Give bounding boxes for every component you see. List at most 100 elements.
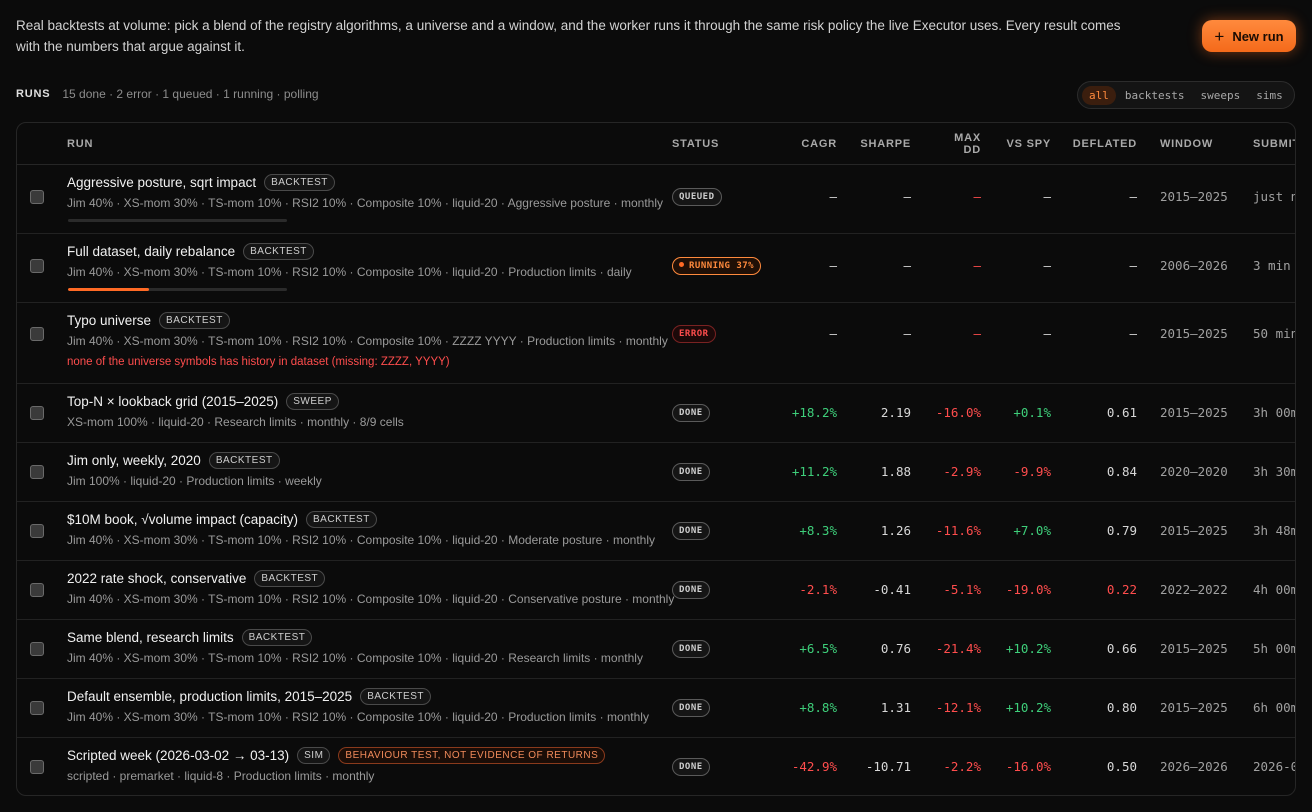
cell-sharpe: -10.71 — [865, 759, 911, 774]
cell-window: 2015–2025 — [1160, 641, 1228, 656]
col-deflated[interactable]: DEFLATED — [1057, 123, 1137, 164]
run-type-badge: BACKTEST — [360, 688, 431, 705]
row-select-checkbox[interactable] — [30, 406, 44, 420]
row-select-checkbox[interactable] — [30, 327, 44, 341]
status-label: QUEUED — [679, 192, 715, 202]
col-vs-spy[interactable]: VS SPY — [971, 123, 1051, 164]
run-name[interactable]: Top-N × lookback grid (2015–2025) — [67, 394, 278, 409]
run-name[interactable]: $10M book, √volume impact (capacity) — [67, 512, 298, 527]
table-header: RUN STATUS CAGR SHARPE MAX DD VS SPY DEF… — [17, 123, 1295, 165]
cell-sharpe: 2.19 — [880, 405, 911, 420]
running-dot-icon — [679, 262, 684, 267]
run-name[interactable]: Scripted week (2026-03-02 → 03-13) — [67, 748, 289, 763]
status-label: DONE — [679, 467, 703, 477]
filter-sweeps[interactable]: sweeps — [1193, 86, 1247, 105]
run-config: Jim 40% · XS-mom 30% · TS-mom 10% · RSI2… — [67, 533, 655, 547]
table-row[interactable]: $10M book, √volume impact (capacity) BACK… — [17, 501, 1296, 561]
cell-window: 2015–2025 — [1160, 326, 1228, 341]
runs-summary: 15 done · 2 error · 1 queued · 1 running… — [62, 87, 319, 101]
cell-submitted: 4h 00m ago — [1253, 582, 1296, 597]
run-name[interactable]: Same blend, research limits — [67, 630, 234, 645]
table-row[interactable]: Full dataset, daily rebalance BACKTEST Jim… — [17, 233, 1295, 303]
cell-deflated: — — [1129, 189, 1137, 204]
row-select-checkbox[interactable] — [30, 259, 44, 273]
cell-deflated: 0.61 — [1106, 405, 1137, 420]
row-select-checkbox[interactable] — [30, 701, 44, 715]
table-row[interactable]: 2022 rate shock, conservative BACKTEST Jim… — [17, 560, 1296, 620]
status-badge: DONE — [672, 404, 710, 422]
run-name[interactable]: Aggressive posture, sqrt impact — [67, 175, 256, 190]
row-select-checkbox[interactable] — [30, 465, 44, 479]
run-name[interactable]: Jim only, weekly, 2020 — [67, 453, 201, 468]
cell-vs-spy: +0.1% — [1013, 405, 1051, 420]
status-badge: DONE — [672, 581, 710, 599]
run-config: Jim 40% · XS-mom 30% · TS-mom 10% · RSI2… — [67, 334, 668, 348]
col-run[interactable]: RUN — [67, 123, 93, 164]
status-label: DONE — [679, 703, 703, 713]
col-cagr[interactable]: CAGR — [757, 123, 837, 164]
table-row[interactable]: Default ensemble, production limits, 201… — [17, 678, 1295, 738]
table-row[interactable]: Scripted week (2026-03-02 → 03-13) SIM BEH… — [17, 737, 1295, 795]
cell-maxdd: -16.0% — [935, 405, 981, 420]
cell-cagr: — — [829, 258, 837, 273]
cell-window: 2015–2025 — [1160, 700, 1228, 715]
run-name[interactable]: 2022 rate shock, conservative — [67, 571, 246, 586]
new-run-button[interactable]: + New run — [1202, 20, 1296, 52]
run-name[interactable]: Full dataset, daily rebalance — [67, 244, 235, 259]
status-badge: QUEUED — [672, 188, 722, 206]
col-maxdd[interactable]: MAX DD — [901, 123, 981, 164]
table-row[interactable]: Top-N × lookback grid (2015–2025) SWEEP XS… — [17, 383, 1295, 443]
cell-sharpe: 1.26 — [880, 523, 911, 538]
col-status[interactable]: STATUS — [672, 123, 719, 164]
run-type-filter: all backtests sweeps sims — [1077, 81, 1295, 109]
run-config: Jim 40% · XS-mom 30% · TS-mom 10% · RSI2… — [67, 196, 663, 210]
col-submitted[interactable]: SUBMITTED — [1253, 123, 1295, 164]
run-config: scripted · premarket · liquid-8 · Produc… — [67, 769, 375, 783]
cell-submitted: 3h 30m ago — [1253, 464, 1296, 479]
row-select-checkbox[interactable] — [30, 760, 44, 774]
row-select-checkbox[interactable] — [30, 642, 44, 656]
plus-icon: + — [1214, 26, 1225, 46]
cell-submitted: 5h 00m ago — [1253, 641, 1296, 656]
status-badge: ERROR — [672, 325, 716, 343]
cell-window: 2015–2025 — [1160, 189, 1228, 204]
status-label: DONE — [679, 408, 703, 418]
filter-sims[interactable]: sims — [1249, 86, 1290, 105]
cell-cagr: -42.9% — [791, 759, 837, 774]
status-label: RUNNING 37% — [689, 261, 755, 271]
cell-sharpe: 0.76 — [880, 641, 911, 656]
cell-maxdd: -2.9% — [943, 464, 981, 479]
table-row[interactable]: Jim only, weekly, 2020 BACKTEST Jim 100% ·… — [17, 442, 1296, 502]
runs-table: RUN STATUS CAGR SHARPE MAX DD VS SPY DEF… — [16, 122, 1296, 796]
row-select-checkbox[interactable] — [30, 583, 44, 597]
cell-maxdd: -5.1% — [943, 582, 981, 597]
table-row[interactable]: Typo universe BACKTEST Jim 40% · XS-mom 30… — [17, 302, 1295, 384]
status-badge: DONE — [672, 758, 710, 776]
cell-window: 2020–2020 — [1160, 464, 1228, 479]
table-row[interactable]: Aggressive posture, sqrt impact BACKTEST J… — [17, 164, 1295, 234]
row-select-checkbox[interactable] — [30, 524, 44, 538]
table-row[interactable]: Same blend, research limits BACKTEST Jim 4… — [17, 619, 1296, 679]
run-config: Jim 40% · XS-mom 30% · TS-mom 10% · RSI2… — [67, 265, 632, 279]
cell-cagr: +8.8% — [799, 700, 837, 715]
status-badge: DONE — [672, 522, 710, 540]
warning-badge: BEHAVIOUR TEST, NOT EVIDENCE OF RETURNS — [338, 747, 606, 764]
run-type-badge: BACKTEST — [254, 570, 326, 587]
filter-backtests[interactable]: backtests — [1118, 86, 1192, 105]
cell-submitted: 3h 48m ago — [1253, 523, 1296, 538]
status-label: DONE — [679, 585, 703, 595]
filter-all[interactable]: all — [1082, 85, 1116, 105]
cell-window: 2022–2022 — [1160, 582, 1228, 597]
cell-window: 2015–2025 — [1160, 523, 1228, 538]
progress-bar — [68, 288, 287, 291]
run-name[interactable]: Default ensemble, production limits, 201… — [67, 689, 352, 704]
cell-deflated: — — [1129, 258, 1137, 273]
col-window[interactable]: WINDOW — [1160, 123, 1213, 164]
progress-fill — [68, 288, 150, 291]
run-name[interactable]: Typo universe — [67, 313, 151, 328]
cell-vs-spy: +7.0% — [1013, 523, 1051, 538]
run-type-badge: SIM — [297, 747, 331, 764]
cell-maxdd: — — [973, 326, 981, 341]
col-sharpe[interactable]: SHARPE — [831, 123, 911, 164]
row-select-checkbox[interactable] — [30, 190, 44, 204]
